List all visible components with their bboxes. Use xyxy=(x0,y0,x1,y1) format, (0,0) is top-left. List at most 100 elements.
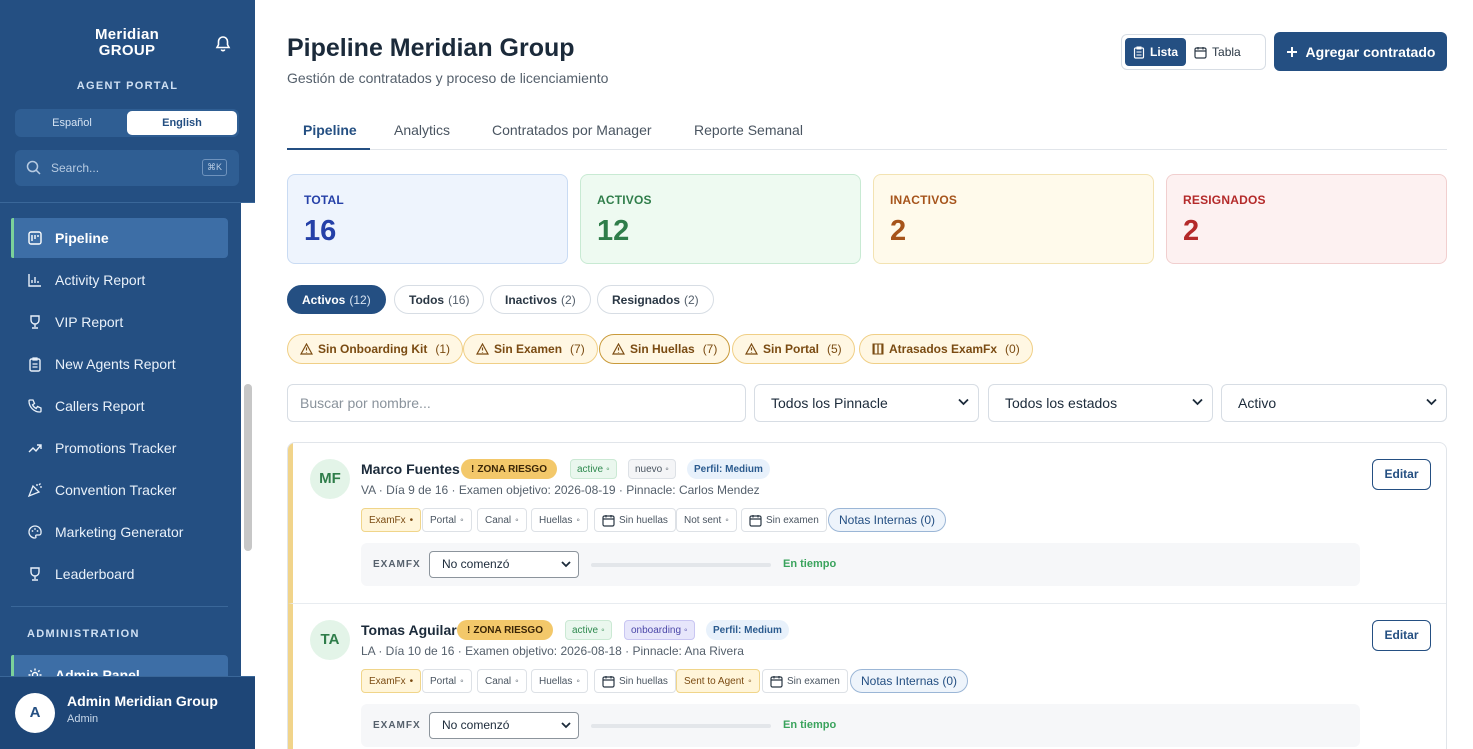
tag-sin-huellas[interactable]: Sin huellas xyxy=(594,669,676,693)
sidebar-item-new-agents-report[interactable]: New Agents Report xyxy=(11,344,228,384)
columns-icon xyxy=(872,343,884,355)
warning-count: (5) xyxy=(827,342,842,356)
stat-label: ACTIVOS xyxy=(597,193,652,207)
filter-pill-activos[interactable]: Activos (12) xyxy=(287,285,386,314)
exam-status-select[interactable]: No comenzó xyxy=(429,712,579,739)
active-tab-indicator xyxy=(287,148,370,150)
profile-badge: Perfil: Medium xyxy=(706,620,789,640)
add-contratado-button[interactable]: Agregar contratado xyxy=(1274,32,1447,71)
warning-filter-sin-portal[interactable]: Sin Portal (5) xyxy=(732,334,855,364)
sidebar-search[interactable]: Search... ⌘K xyxy=(15,150,239,186)
calendar-icon xyxy=(770,675,783,688)
tag-examfx[interactable]: ExamFx • xyxy=(361,508,422,532)
exam-select-value: No comenzó xyxy=(442,557,510,571)
warning-filter-atrasados-examfx[interactable]: Atrasados ExamFx (0) xyxy=(859,334,1033,364)
stage-badge[interactable]: nuevo ◦ xyxy=(628,459,676,479)
agent-name[interactable]: Marco Fuentes xyxy=(361,461,460,477)
tab-bar: Pipeline Analytics Contratados por Manag… xyxy=(287,112,1447,150)
sidebar-item-pipeline[interactable]: Pipeline xyxy=(11,218,228,258)
tag-portal[interactable]: Portal ◦ xyxy=(422,669,472,693)
sidebar-item-promotions-tracker[interactable]: Promotions Tracker xyxy=(11,428,228,468)
tag-fingerprint-status[interactable]: Not sent ◦ xyxy=(676,508,737,532)
exam-timing-status: En tiempo xyxy=(783,719,837,731)
bell-icon[interactable] xyxy=(213,34,233,54)
profile-badge: Perfil: Medium xyxy=(687,459,770,479)
activo-select[interactable]: Activo xyxy=(1221,384,1447,422)
cycle-icon: ◦ xyxy=(576,675,580,687)
sidebar-item-admin-panel[interactable]: Admin Panel xyxy=(11,655,228,676)
tag-label: Sin examen xyxy=(766,514,819,526)
estado-select[interactable]: Todos los estados xyxy=(988,384,1213,422)
cycle-icon: ◦ xyxy=(684,624,688,636)
internal-notes-button[interactable]: Notas Internas (0) xyxy=(850,669,969,693)
tag-sin-examen[interactable]: Sin examen xyxy=(741,508,827,532)
sidebar-item-vip-report[interactable]: VIP Report xyxy=(11,302,228,342)
name-search-input[interactable]: Buscar por nombre... xyxy=(287,384,746,422)
tag-huellas[interactable]: Huellas ◦ xyxy=(531,669,588,693)
sidebar-item-leaderboard[interactable]: Leaderboard xyxy=(11,554,228,594)
exam-select-value: No comenzó xyxy=(442,718,510,732)
tag-portal[interactable]: Portal ◦ xyxy=(422,508,472,532)
exam-status-select[interactable]: No comenzó xyxy=(429,551,579,578)
tag-canal[interactable]: Canal ◦ xyxy=(477,669,527,693)
sidebar-item-marketing-generator[interactable]: Marketing Generator xyxy=(11,512,228,552)
edit-button[interactable]: Editar xyxy=(1372,620,1431,651)
stat-value: 16 xyxy=(304,215,337,247)
cycle-icon: ◦ xyxy=(665,463,669,475)
lang-es-button[interactable]: Español xyxy=(17,111,127,135)
tag-sin-huellas[interactable]: Sin huellas xyxy=(594,508,676,532)
chevron-down-icon xyxy=(561,561,571,568)
tag-examfx[interactable]: ExamFx • xyxy=(361,669,422,693)
tag-sin-examen[interactable]: Sin examen xyxy=(762,669,848,693)
stat-value: 12 xyxy=(597,215,630,247)
tag-label: Huellas xyxy=(539,675,573,687)
tab-contratados-por-manager[interactable]: Contratados por Manager xyxy=(492,122,652,138)
internal-notes-button[interactable]: Notas Internas (0) xyxy=(828,508,947,532)
tag-huellas[interactable]: Huellas ◦ xyxy=(531,508,588,532)
user-profile[interactable]: A Admin Meridian Group Admin xyxy=(0,676,255,749)
view-list-button[interactable]: Lista xyxy=(1125,38,1187,66)
lang-en-button[interactable]: English xyxy=(127,111,237,135)
tag-label: Not sent xyxy=(684,514,722,526)
logo[interactable]: Meridian GROUP xyxy=(95,27,159,59)
sidebar-item-convention-tracker[interactable]: Convention Tracker xyxy=(11,470,228,510)
agent-name[interactable]: Tomas Aguilar xyxy=(361,622,457,638)
tag-fingerprint-status[interactable]: Sent to Agent ◦ xyxy=(676,669,760,693)
tag-label: Canal xyxy=(485,514,512,526)
tab-analytics[interactable]: Analytics xyxy=(394,122,450,138)
warning-filter-sin-examen[interactable]: Sin Examen (7) xyxy=(463,334,598,364)
warning-filter-sin-huellas[interactable]: Sin Huellas (7) xyxy=(599,334,731,364)
cycle-icon: ◦ xyxy=(576,514,580,526)
sidebar-item-label: Marketing Generator xyxy=(55,524,184,540)
warning-filter-onboarding-kit[interactable]: Sin Onboarding Kit (1) xyxy=(287,334,463,364)
alert-icon: ! xyxy=(471,463,475,475)
sidebar-item-callers-report[interactable]: Callers Report xyxy=(11,386,228,426)
stage-badge[interactable]: onboarding ◦ xyxy=(624,620,695,640)
filter-pill-todos[interactable]: Todos (16) xyxy=(394,285,485,314)
stat-value: 2 xyxy=(1183,215,1200,247)
filter-pill-inactivos[interactable]: Inactivos (2) xyxy=(490,285,591,314)
tab-pipeline[interactable]: Pipeline xyxy=(303,122,357,138)
logo-line1: Meridian xyxy=(95,26,160,43)
status-badge[interactable]: active ◦ xyxy=(570,459,617,479)
sidebar-nav: Pipeline Activity Report VIP Report New … xyxy=(0,203,241,676)
pinnacle-select-value: Todos los Pinnacle xyxy=(771,395,888,411)
stat-card-resignados: RESIGNADOS 2 xyxy=(1166,174,1447,264)
sidebar-scrollbar[interactable] xyxy=(244,384,252,551)
pill-count: (12) xyxy=(349,292,371,307)
cycle-icon: ◦ xyxy=(606,463,610,475)
warning-icon xyxy=(476,343,489,355)
tag-canal[interactable]: Canal ◦ xyxy=(477,508,527,532)
dot-icon: • xyxy=(409,675,414,687)
edit-button[interactable]: Editar xyxy=(1372,459,1431,490)
cycle-icon: ◦ xyxy=(601,624,605,636)
filter-pill-resignados[interactable]: Resignados (2) xyxy=(597,285,714,314)
tab-reporte-semanal[interactable]: Reporte Semanal xyxy=(694,122,803,138)
tag-label: Sin huellas xyxy=(619,514,668,526)
status-badge[interactable]: active ◦ xyxy=(565,620,612,640)
stat-value: 2 xyxy=(890,215,907,247)
sidebar-item-activity-report[interactable]: Activity Report xyxy=(11,260,228,300)
stat-card-inactivos: INACTIVOS 2 xyxy=(873,174,1154,264)
view-table-button[interactable]: Tabla xyxy=(1186,38,1249,66)
pinnacle-select[interactable]: Todos los Pinnacle xyxy=(754,384,979,422)
